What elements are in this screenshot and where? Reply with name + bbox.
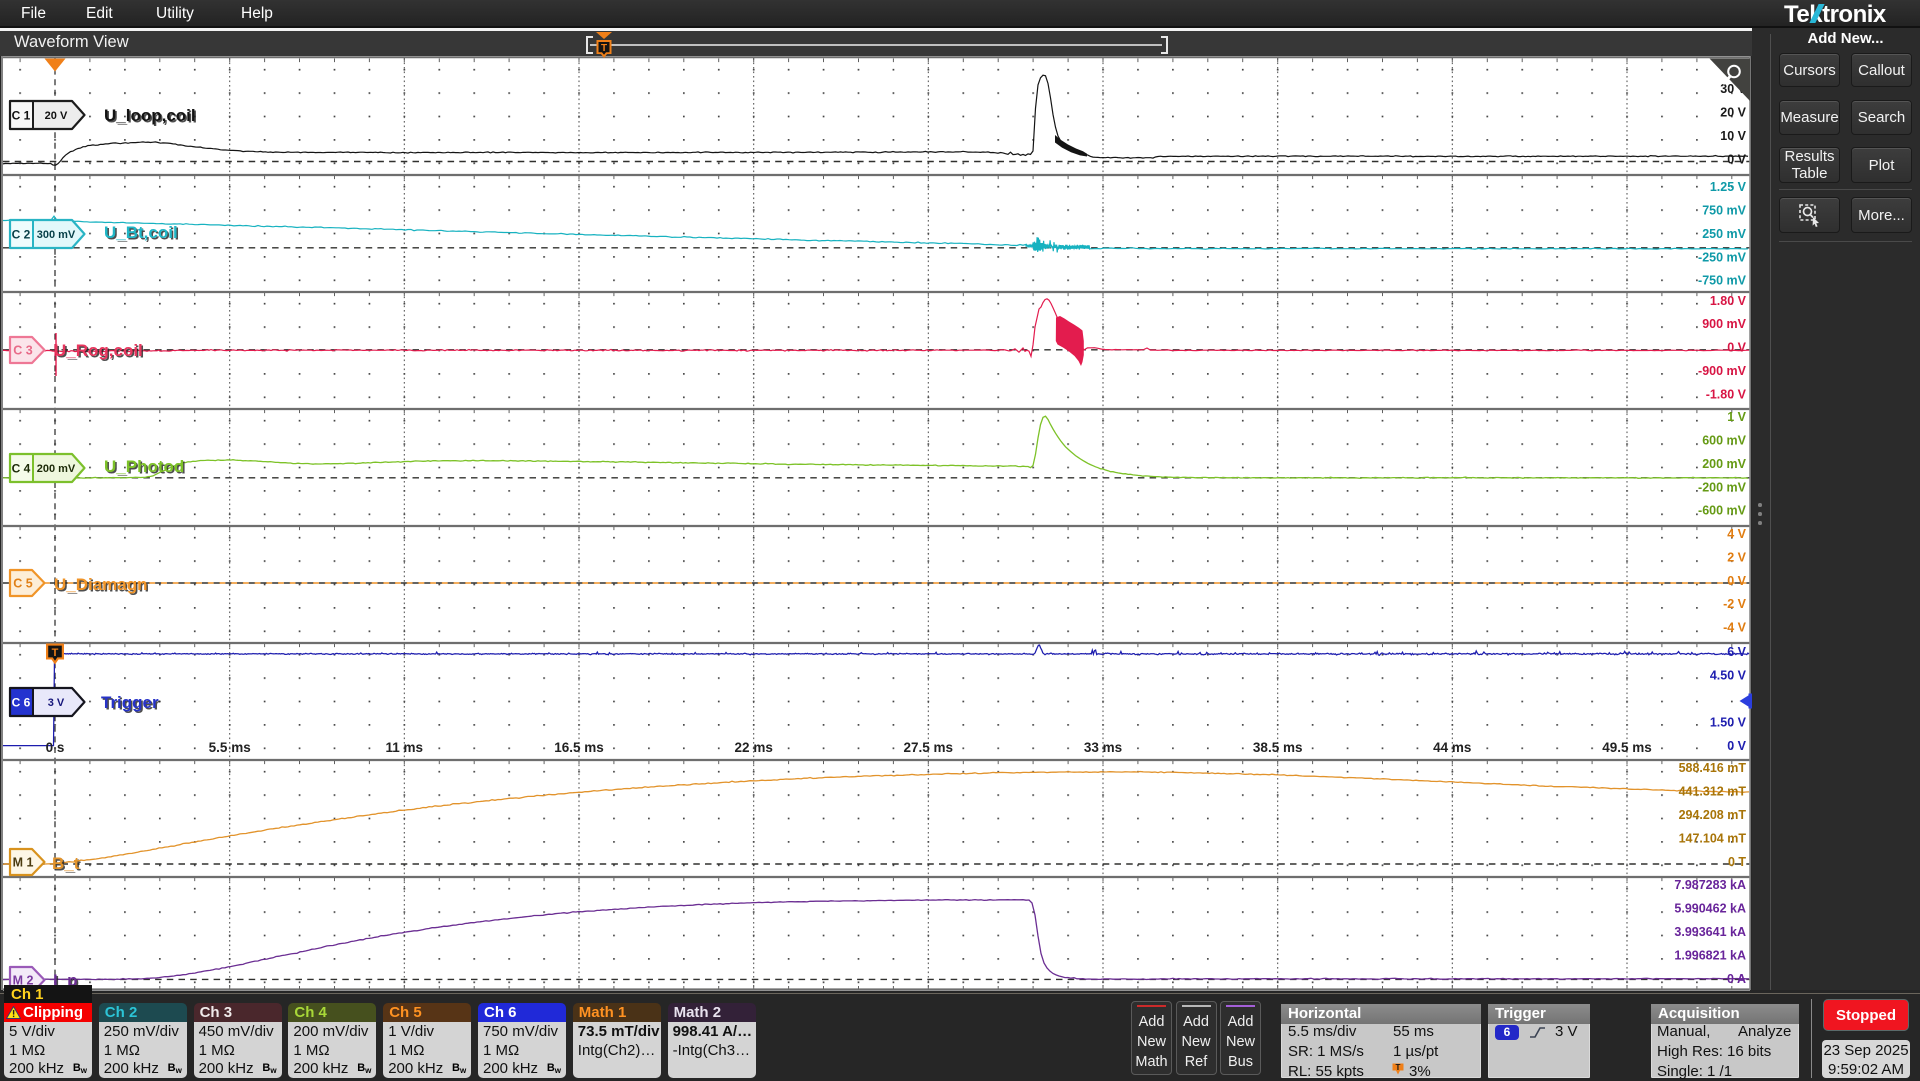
svg-text:T: T [601, 43, 607, 54]
svg-text:T: T [1396, 1063, 1401, 1072]
